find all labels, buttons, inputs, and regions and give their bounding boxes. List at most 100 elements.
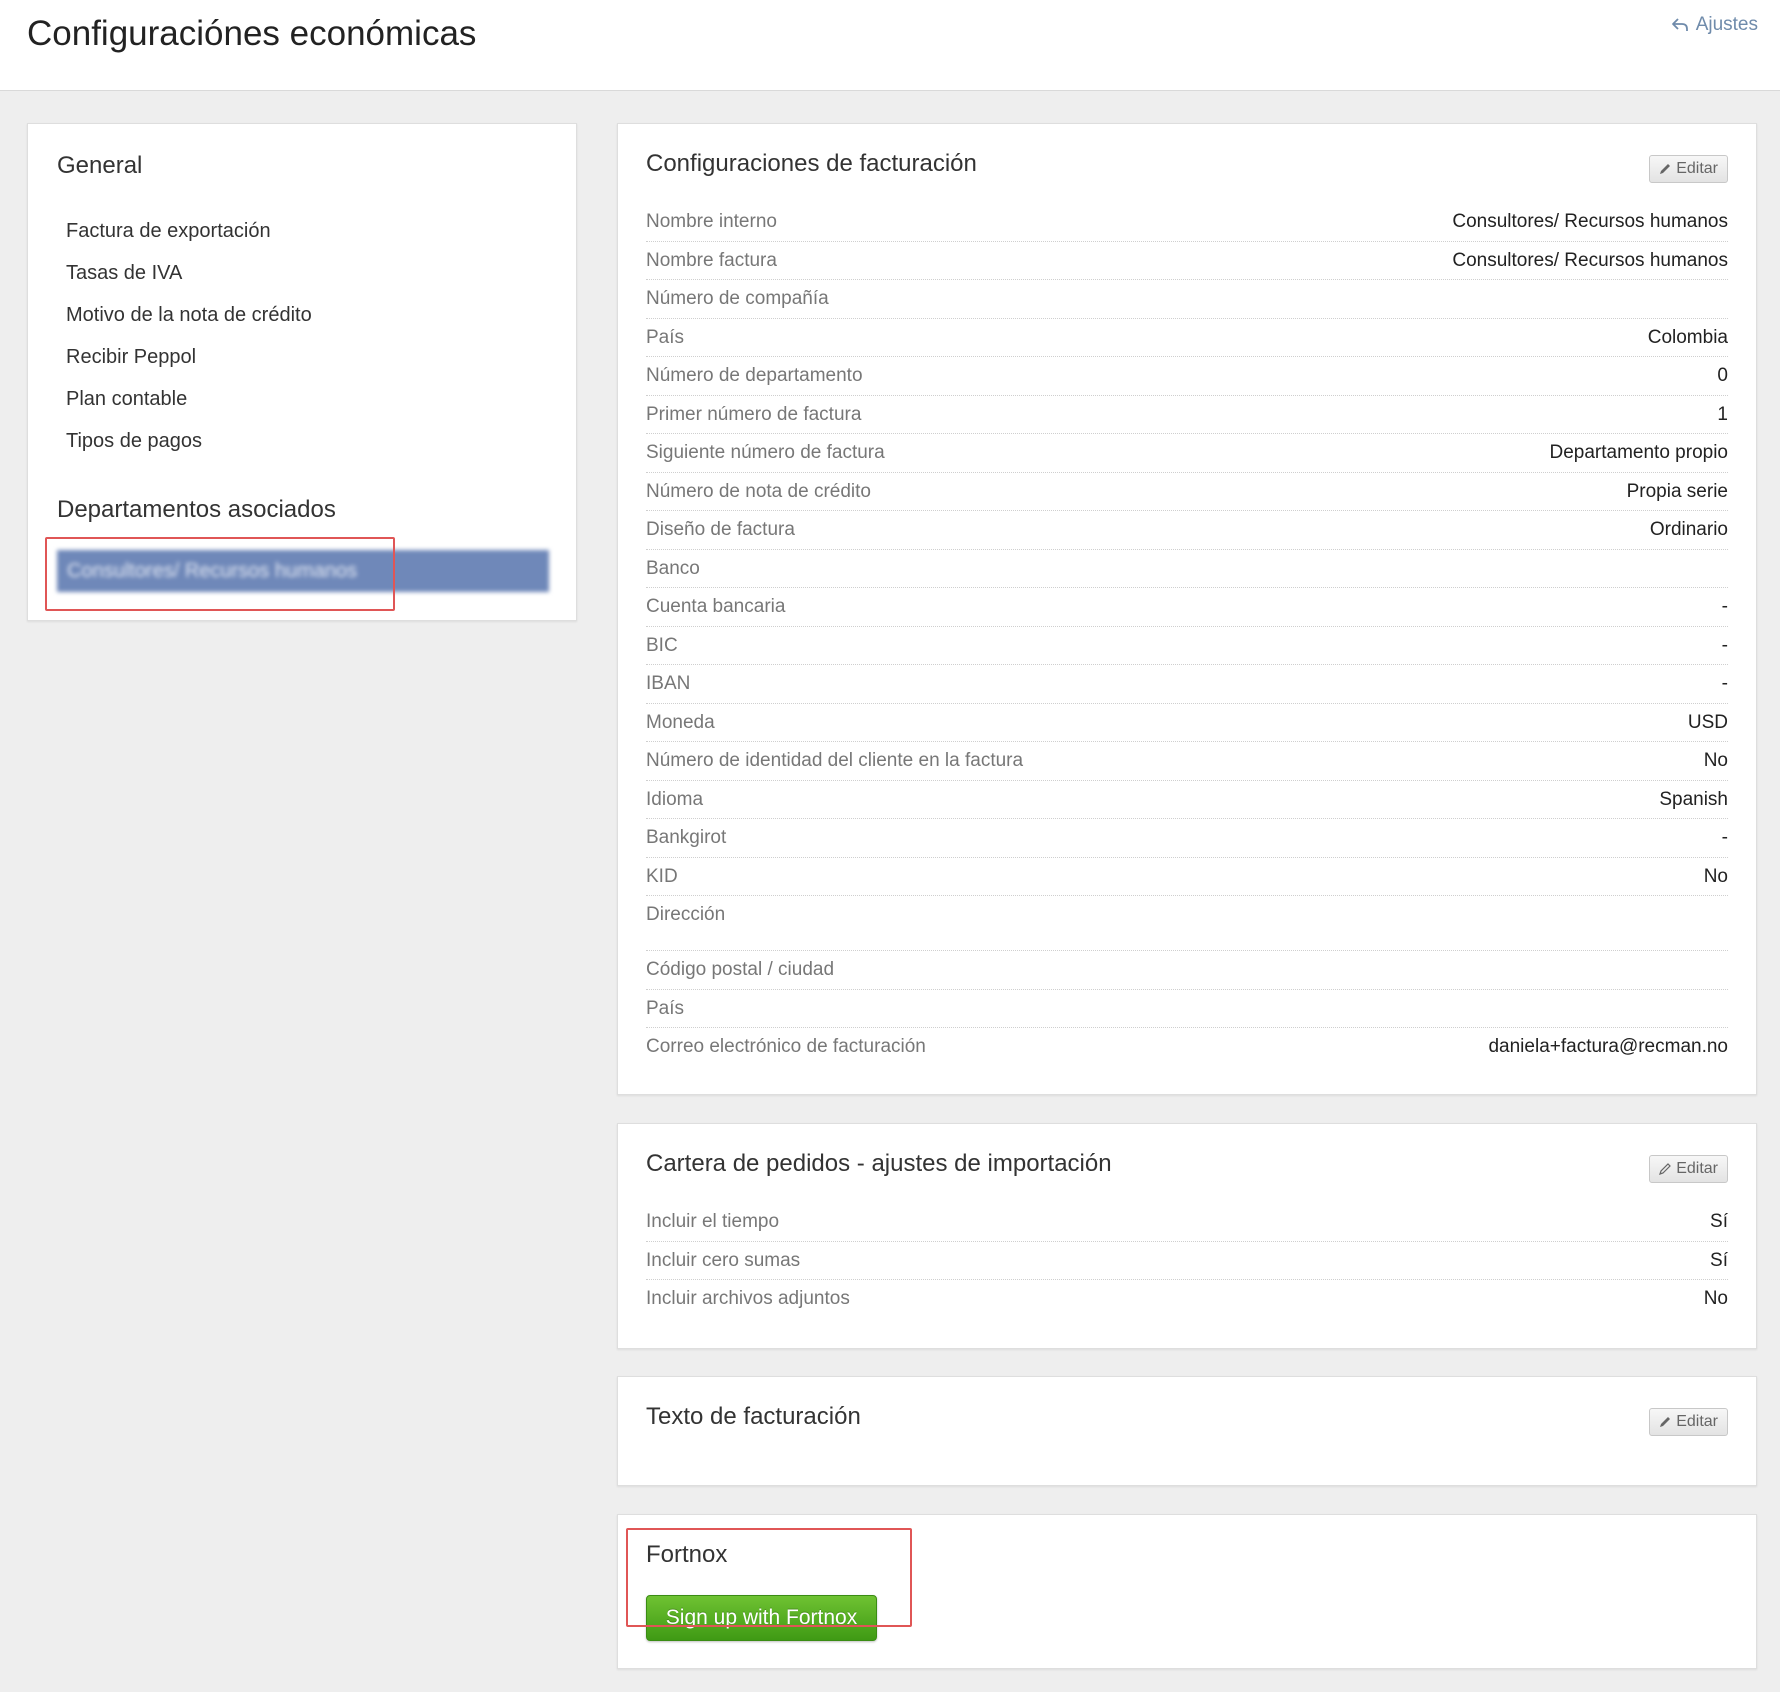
department-item-selected[interactable]: Consultores/ Recursos humanos	[57, 550, 549, 592]
page-title: Configuraciónes económicas	[27, 14, 477, 53]
row-label: Cuenta bancaria	[646, 596, 786, 617]
table-row: BIC -	[646, 627, 1728, 665]
row-label: Nombre factura	[646, 249, 777, 271]
row-value: daniela+factura@recman.no	[1488, 1036, 1728, 1057]
back-to-settings-link[interactable]: Ajustes	[1670, 14, 1758, 36]
edit-billing-text-button[interactable]: Editar	[1649, 1408, 1728, 1436]
row-value: -	[1721, 827, 1728, 848]
table-row: Moneda USD	[646, 704, 1728, 742]
row-value: No	[1703, 1288, 1728, 1309]
row-value: Sí	[1710, 1211, 1728, 1232]
row-label: Idioma	[646, 788, 704, 810]
table-row: Primer número de factura 1	[646, 396, 1728, 434]
top-bar: Configuraciónes económicas Ajustes	[0, 0, 1780, 91]
fortnox-panel: Fortnox Sign up with Fortnox	[617, 1514, 1757, 1669]
table-row: Incluir cero sumas Sí	[646, 1242, 1728, 1280]
row-label: Número de departamento	[646, 365, 863, 386]
row-label: Diseño de factura	[646, 519, 795, 540]
row-value: Sí	[1710, 1249, 1728, 1271]
table-row: KID No	[646, 858, 1728, 896]
table-row: Correo electrónico de facturación daniela…	[646, 1028, 1728, 1067]
row-value: No	[1703, 865, 1728, 887]
row-value: 1	[1717, 403, 1728, 425]
departments-heading: Departamentos asociados	[57, 496, 336, 523]
row-label: Dirección	[646, 904, 726, 925]
row-value: Spanish	[1659, 788, 1728, 810]
table-row: Número de compañía	[646, 280, 1728, 319]
row-value: -	[1721, 673, 1728, 694]
menu-item-chart-of-accounts[interactable]: Plan contable	[66, 378, 312, 420]
edit-order-import-button[interactable]: Editar	[1649, 1155, 1728, 1183]
row-label: País	[646, 326, 685, 348]
order-import-panel: Cartera de pedidos - ajustes de importac…	[617, 1123, 1757, 1349]
row-value: -	[1721, 634, 1728, 656]
billing-rows: Nombre interno Consultores/ Recursos huma…	[646, 203, 1728, 1067]
row-value: -	[1721, 596, 1728, 617]
menu-item-receive-peppol[interactable]: Recibir Peppol	[66, 336, 312, 378]
billing-text-panel: Texto de facturación Editar	[617, 1376, 1757, 1486]
table-row: Nombre interno Consultores/ Recursos huma…	[646, 203, 1728, 242]
edit-button-label: Editar	[1676, 1413, 1718, 1430]
row-label: Incluir archivos adjuntos	[646, 1288, 850, 1309]
row-label: Bankgirot	[646, 827, 727, 848]
row-value: Consultores/ Recursos humanos	[1452, 249, 1728, 271]
row-label: Moneda	[646, 711, 715, 733]
menu-item-vat-rates[interactable]: Tasas de IVA	[66, 252, 312, 294]
pencil-icon	[1660, 164, 1671, 174]
general-menu: Factura de exportación Tasas de IVA Moti…	[66, 210, 312, 462]
row-label: Incluir cero sumas	[646, 1249, 801, 1271]
row-label: Primer número de factura	[646, 403, 862, 425]
settings-sidebar: General Factura de exportación Tasas de …	[27, 123, 577, 621]
row-label: Incluir el tiempo	[646, 1211, 780, 1232]
billing-text-title: Texto de facturación	[646, 1403, 861, 1430]
row-value: No	[1703, 750, 1728, 771]
row-label: Nombre interno	[646, 211, 777, 232]
table-row: Número de departamento 0	[646, 357, 1728, 396]
table-row: Banco	[646, 550, 1728, 588]
table-row: País	[646, 990, 1728, 1028]
table-row: Código postal / ciudad	[646, 951, 1728, 990]
edit-button-label: Editar	[1676, 160, 1718, 177]
table-row: Diseño de factura Ordinario	[646, 511, 1728, 550]
table-row: Nombre factura Consultores/ Recursos huma…	[646, 242, 1728, 280]
table-row: Número de identidad del cliente en la fa…	[646, 742, 1728, 781]
menu-item-export-invoice[interactable]: Factura de exportación	[66, 210, 312, 252]
table-row: IBAN -	[646, 665, 1728, 704]
table-row: Bankgirot -	[646, 819, 1728, 858]
menu-item-credit-note-reason[interactable]: Motivo de la nota de crédito	[66, 294, 312, 336]
pencil-icon	[1659, 1163, 1672, 1175]
row-value: Departamento propio	[1549, 442, 1729, 463]
row-label: Banco	[646, 557, 700, 579]
general-heading: General	[57, 152, 143, 179]
row-label: IBAN	[646, 673, 691, 694]
back-arrow-icon	[1671, 18, 1688, 31]
row-value: Consultores/ Recursos humanos	[1452, 211, 1728, 232]
row-value: Propia serie	[1626, 480, 1728, 502]
back-link-label: Ajustes	[1695, 14, 1758, 35]
fortnox-title: Fortnox	[646, 1541, 728, 1568]
row-value: Colombia	[1647, 326, 1728, 348]
sign-up-fortnox-button[interactable]: Sign up with Fortnox	[646, 1595, 877, 1641]
table-row: País Colombia	[646, 319, 1728, 357]
order-import-rows: Incluir el tiempo Sí Incluir cero sumas Sí…	[646, 1203, 1728, 1319]
table-row: Cuenta bancaria -	[646, 588, 1728, 627]
edit-button-label: Editar	[1676, 1160, 1718, 1177]
billing-settings-title: Configuraciones de facturación	[646, 150, 977, 177]
row-label: País	[646, 997, 685, 1019]
billing-settings-panel: Configuraciones de facturación Editar No…	[617, 123, 1757, 1095]
table-row: Incluir el tiempo Sí	[646, 1203, 1728, 1242]
row-value: 0	[1717, 365, 1728, 386]
row-label: Número de nota de crédito	[646, 480, 871, 502]
order-import-title: Cartera de pedidos - ajustes de importac…	[646, 1150, 1112, 1177]
row-label: BIC	[646, 634, 678, 656]
row-value: Ordinario	[1649, 519, 1728, 540]
edit-billing-button[interactable]: Editar	[1649, 155, 1728, 183]
row-label: KID	[646, 865, 678, 887]
table-row: Siguiente número de factura Departamento …	[646, 434, 1728, 473]
table-row: Dirección	[646, 896, 1728, 951]
row-label: Siguiente número de factura	[646, 442, 885, 463]
row-label: Correo electrónico de facturación	[646, 1036, 926, 1057]
menu-item-payment-types[interactable]: Tipos de pagos	[66, 420, 312, 462]
row-label: Número de identidad del cliente en la fa…	[646, 750, 1024, 771]
table-row: Idioma Spanish	[646, 781, 1728, 819]
